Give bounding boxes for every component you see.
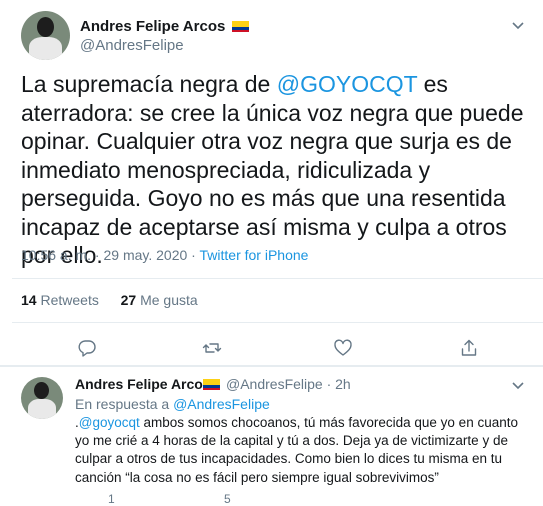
likes-count: 27 (120, 292, 137, 308)
author-handle[interactable]: @AndresFelipe (80, 37, 184, 54)
reply-author-name[interactable]: Andres Felipe Arcos (75, 376, 211, 392)
avatar[interactable] (21, 377, 63, 419)
retweet-icon[interactable] (202, 338, 222, 358)
tweet-stats: 14 Retweets 27 Me gusta (21, 292, 198, 308)
heart-icon[interactable] (333, 338, 353, 358)
reply-text-rest: ambos somos chocoanos, tú más favorecida… (75, 415, 518, 485)
tweet-text: La supremacía negra de @GOYOCQT es aterr… (21, 70, 536, 270)
tweet-date[interactable]: 29 may. 2020 (104, 247, 188, 263)
retweets-count: 14 (21, 292, 37, 308)
share-icon[interactable] (459, 338, 479, 358)
avatar-shirt (29, 37, 62, 60)
reply-tweet-text: .@goyocqt ambos somos chocoanos, tú más … (75, 414, 530, 487)
reply-handle-link[interactable]: @AndresFelipe (226, 376, 323, 392)
reply-count: 1 (108, 492, 115, 506)
tweet-meta: 10:56 a. m. · 29 may. 2020 · Twitter for… (21, 247, 308, 263)
tweet-text-rest: es aterradora: se cree la única voz negr… (21, 71, 524, 268)
tweet-time[interactable]: 10:56 a. m. (21, 247, 91, 263)
in-reply-handle-link[interactable]: @AndresFelipe (173, 396, 270, 412)
in-reply-to: En respuesta a @AndresFelipe (75, 396, 270, 412)
divider (12, 278, 543, 279)
tweet-source-link[interactable]: Twitter for iPhone (200, 247, 309, 263)
mention-link[interactable]: @goyocqt (79, 415, 140, 430)
reply-time[interactable]: · 2h (327, 376, 351, 392)
reply-author-handle: @AndresFelipe · 2h (226, 376, 351, 392)
tweet-text-start: La supremacía negra de (21, 71, 277, 97)
avatar[interactable] (21, 11, 70, 60)
chevron-down-icon[interactable] (510, 18, 526, 34)
retweet-count: 5 (224, 492, 231, 506)
divider (0, 365, 543, 367)
in-reply-label: En respuesta a (75, 396, 174, 412)
meta-separator-2: · (187, 247, 200, 263)
retweets-label: Retweets (40, 292, 99, 308)
divider (12, 322, 543, 323)
mention-link[interactable]: @GOYOCQT (277, 71, 418, 97)
reply-icon[interactable] (77, 338, 97, 358)
meta-separator: · (91, 247, 104, 263)
author-name[interactable]: Andres Felipe Arcos (80, 18, 225, 35)
colombia-flag-icon (203, 379, 220, 390)
chevron-down-icon[interactable] (510, 378, 526, 394)
likes-stat[interactable]: 27 Me gusta (121, 292, 198, 308)
retweets-stat[interactable]: 14 Retweets (21, 292, 99, 308)
avatar-head (34, 382, 49, 399)
avatar-head (37, 17, 54, 37)
likes-label: Me gusta (140, 292, 198, 308)
colombia-flag-icon (232, 21, 249, 32)
avatar-shirt (28, 399, 56, 419)
